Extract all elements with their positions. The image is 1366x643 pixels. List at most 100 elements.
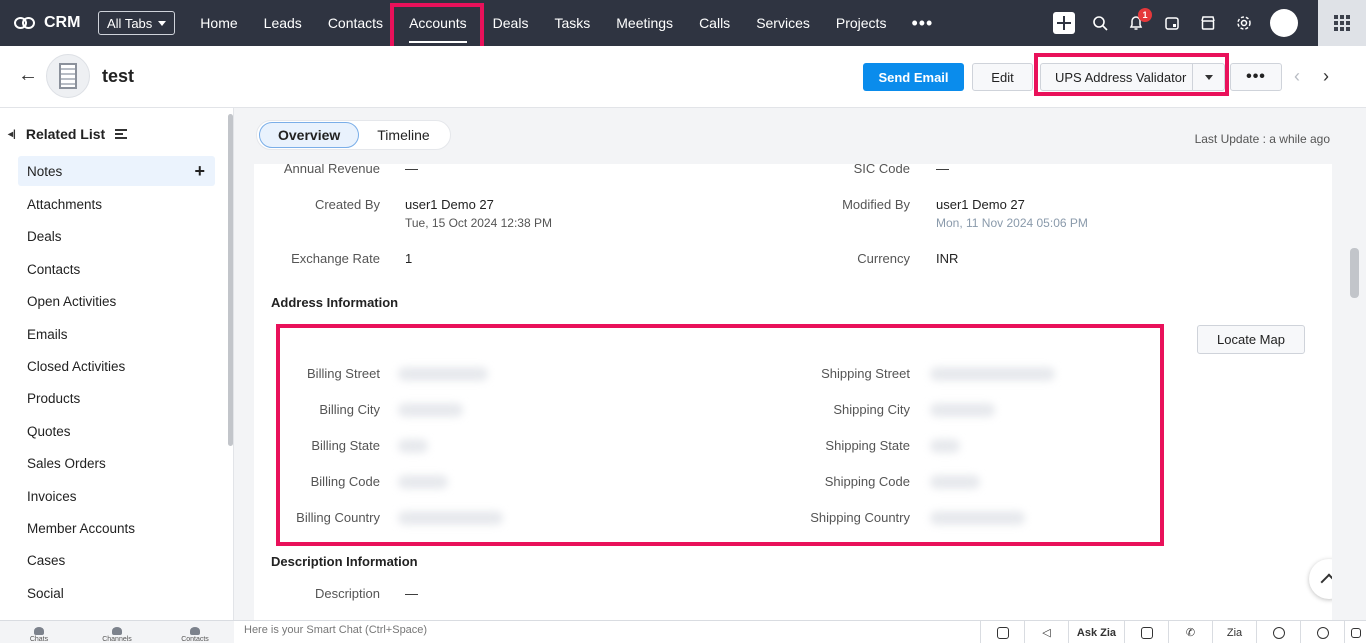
add-note-icon[interactable]: +: [194, 161, 205, 182]
related-item-open-activities[interactable]: Open Activities: [18, 286, 215, 318]
locate-map-button[interactable]: Locate Map: [1197, 325, 1305, 354]
related-item-products[interactable]: Products: [18, 383, 215, 415]
top-navigation: CRM All Tabs Home Leads Contacts Account…: [0, 0, 1366, 46]
tab-deals[interactable]: Deals: [480, 0, 542, 46]
created-by-value[interactable]: user1 Demo 27: [405, 197, 494, 212]
highlight-address-section: [276, 324, 1164, 546]
description-section-title: Description Information: [271, 554, 418, 569]
related-item-closed-activities[interactable]: Closed Activities: [18, 350, 215, 382]
calendar-button[interactable]: [1154, 0, 1190, 46]
chats-label: Chats: [29, 636, 49, 643]
modified-by-time: Mon, 11 Nov 2024 05:06 PM: [936, 216, 1088, 230]
module-tabs: Home Leads Contacts Accounts Deals Tasks…: [187, 0, 945, 46]
chevron-up-icon: [1320, 573, 1332, 591]
edit-button[interactable]: Edit: [972, 63, 1033, 91]
related-list-sidebar: ◂| Related List Notes + Attachments Deal…: [0, 108, 234, 620]
calendar-shortcut[interactable]: [1344, 621, 1366, 643]
related-list-title: Related List: [25, 126, 106, 142]
scroll-to-top-button[interactable]: [1309, 559, 1332, 599]
description-value: —: [405, 586, 418, 601]
tab-calls[interactable]: Calls: [686, 0, 743, 46]
ask-zia-button[interactable]: Ask Zia: [1068, 621, 1124, 643]
all-tabs-label: All Tabs: [107, 15, 153, 31]
calendar-icon: [1165, 17, 1179, 30]
exchange-rate-label: Exchange Rate: [291, 251, 380, 266]
tab-services[interactable]: Services: [743, 0, 823, 46]
screen-share-button[interactable]: [980, 621, 1024, 643]
tab-projects[interactable]: Projects: [823, 0, 900, 46]
user-avatar[interactable]: [1270, 9, 1298, 37]
related-item-member-accounts[interactable]: Member Accounts: [18, 512, 215, 544]
related-item-attachments[interactable]: Attachments: [18, 188, 215, 220]
phone-button[interactable]: ✆: [1168, 621, 1212, 643]
bottom-bar: Chats Channels Contacts Here is your Sma…: [0, 620, 1366, 643]
all-tabs-dropdown[interactable]: All Tabs: [98, 11, 176, 35]
crm-logo-icon: [14, 15, 38, 31]
related-item-quotes[interactable]: Quotes: [18, 415, 215, 447]
top-actions: 1: [1046, 0, 1366, 46]
related-item-cases[interactable]: Cases: [18, 545, 215, 577]
created-by-label: Created By: [314, 197, 380, 212]
analytics-button[interactable]: [1124, 621, 1168, 643]
send-email-button[interactable]: Send Email: [863, 63, 964, 91]
last-update-text: Last Update : a while ago: [1194, 132, 1330, 146]
related-list: Notes + Attachments Deals Contacts Open …: [18, 156, 215, 609]
crm-logo[interactable]: CRM: [14, 14, 98, 32]
channels-label: Channels: [102, 636, 132, 643]
tab-meetings[interactable]: Meetings: [603, 0, 686, 46]
modified-by-value[interactable]: user1 Demo 27: [936, 197, 1025, 212]
record-title: test: [102, 66, 135, 86]
more-actions-button[interactable]: •••: [1230, 63, 1282, 91]
settings-button[interactable]: [1226, 0, 1262, 46]
analytics-icon: [1140, 626, 1153, 639]
modified-by-label: Modified By: [842, 197, 910, 212]
record-main: Overview Timeline Last Update : a while …: [234, 108, 1366, 624]
related-item-notes[interactable]: Notes +: [18, 156, 215, 186]
main-scrollbar[interactable]: [1350, 248, 1359, 298]
tab-overview[interactable]: Overview: [259, 122, 360, 148]
megaphone-icon: ◁: [1042, 627, 1051, 639]
recent-items-button[interactable]: [1300, 621, 1344, 643]
create-button[interactable]: [1046, 0, 1082, 46]
related-item-contacts[interactable]: Contacts: [18, 253, 215, 285]
announcements-button[interactable]: ◁: [1024, 621, 1068, 643]
tab-timeline[interactable]: Timeline: [359, 122, 447, 148]
notification-badge: 1: [1138, 8, 1152, 22]
collapse-icon[interactable]: ◂|: [8, 129, 16, 140]
description-label: Description: [314, 586, 380, 601]
apps-launcher[interactable]: [1318, 0, 1366, 46]
tab-contacts[interactable]: Contacts: [315, 0, 396, 46]
zia-button[interactable]: Zia: [1212, 621, 1256, 643]
tab-tasks[interactable]: Tasks: [541, 0, 603, 46]
related-list-header: ◂| Related List: [8, 126, 128, 142]
plus-icon: [1053, 12, 1075, 34]
related-item-sales-orders[interactable]: Sales Orders: [18, 448, 215, 480]
more-tabs-button[interactable]: •••: [899, 0, 945, 46]
address-section-title: Address Information: [271, 295, 399, 310]
smart-chat-input[interactable]: Here is your Smart Chat (Ctrl+Space): [244, 624, 427, 636]
sidebar-scrollbar[interactable]: [228, 114, 233, 446]
chats-shortcut[interactable]: Chats: [0, 621, 78, 643]
related-item-social[interactable]: Social: [18, 577, 215, 609]
view-tabs: Overview Timeline: [256, 120, 451, 150]
contacts-shortcut[interactable]: Contacts: [156, 621, 234, 643]
related-item-emails[interactable]: Emails: [18, 318, 215, 350]
back-arrow-icon[interactable]: ←: [18, 64, 38, 87]
previous-record-icon[interactable]: ‹: [1294, 66, 1300, 87]
reminders-button[interactable]: [1256, 621, 1300, 643]
notifications-button[interactable]: 1: [1118, 0, 1154, 46]
annual-revenue-value: —: [405, 164, 418, 176]
marketplace-button[interactable]: [1190, 0, 1226, 46]
list-sort-icon[interactable]: [115, 129, 128, 139]
zia-icon: Zia: [1226, 626, 1243, 639]
next-record-icon[interactable]: ›: [1323, 66, 1329, 87]
tab-leads[interactable]: Leads: [251, 0, 315, 46]
details-card: Annual Revenue — SIC Code — Created By u…: [254, 164, 1332, 624]
search-button[interactable]: [1082, 0, 1118, 46]
channels-shortcut[interactable]: Channels: [78, 621, 156, 643]
history-icon: [1316, 626, 1329, 639]
related-item-invoices[interactable]: Invoices: [18, 480, 215, 512]
related-item-deals[interactable]: Deals: [18, 221, 215, 253]
tab-home[interactable]: Home: [187, 0, 250, 46]
search-icon: [1093, 16, 1108, 31]
